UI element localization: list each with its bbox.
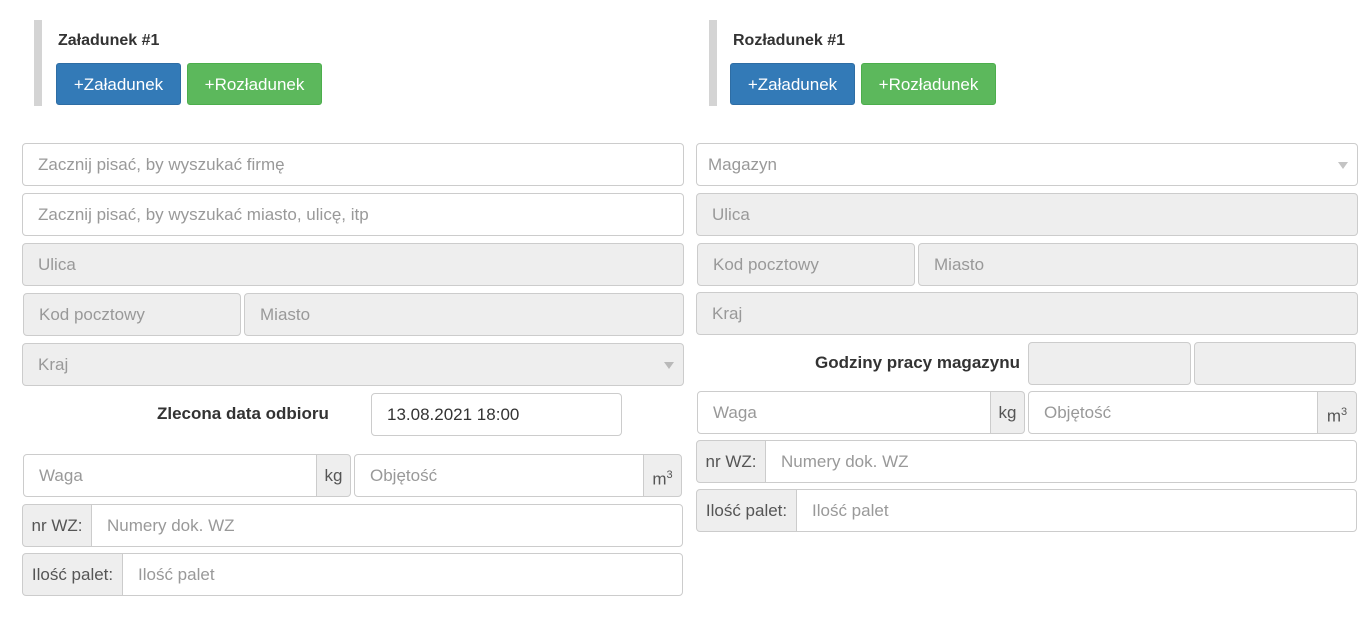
warehouse-hours-label: Godziny pracy magazynu <box>815 353 1020 372</box>
wz-input[interactable]: Numery dok. WZ <box>765 440 1357 483</box>
country-select[interactable]: Kraj <box>22 343 684 386</box>
weight-unit-addon: kg <box>316 454 351 497</box>
unloading-title: Rozładunek #1 <box>733 32 846 49</box>
country-field[interactable]: Kraj <box>696 292 1358 335</box>
warehouse-select-value: Magazyn <box>708 155 777 174</box>
weight-input[interactable]: Waga <box>697 391 991 434</box>
volume-input[interactable]: Objętość <box>354 454 644 497</box>
weight-input[interactable]: Waga <box>23 454 317 497</box>
city-field[interactable]: Miasto <box>918 243 1358 286</box>
weight-unit-addon: kg <box>990 391 1025 434</box>
pickup-date-input[interactable]: 13.08.2021 18:00 <box>371 393 622 436</box>
address-search-input[interactable]: Zacznij pisać, by wyszukać miasto, ulicę… <box>22 193 684 236</box>
chevron-down-icon <box>664 362 674 369</box>
unloading-header: Rozładunek #1 +Załadunek +Rozładunek <box>709 20 1009 106</box>
add-unloading-button[interactable]: +Rozładunek <box>187 63 322 105</box>
loading-title: Załadunek #1 <box>58 32 160 49</box>
pallets-input[interactable]: Ilość palet <box>796 489 1357 532</box>
postal-code-field[interactable]: Kod pocztowy <box>697 243 915 286</box>
company-search-input[interactable]: Zacznij pisać, by wyszukać firmę <box>22 143 684 186</box>
volume-unit-text: m <box>652 469 667 489</box>
add-unloading-button[interactable]: +Rozładunek <box>861 63 996 105</box>
city-field[interactable]: Miasto <box>244 293 684 336</box>
volume-unit-exponent: 3 <box>1341 406 1348 418</box>
chevron-down-icon <box>1338 162 1348 169</box>
volume-unit-addon: m3 <box>643 454 682 497</box>
postal-code-field[interactable]: Kod pocztowy <box>23 293 241 336</box>
hours-from-input[interactable] <box>1028 342 1191 385</box>
pallets-label: Ilość palet: <box>22 553 123 596</box>
volume-input[interactable]: Objętość <box>1028 391 1318 434</box>
wz-label: nr WZ: <box>22 504 92 547</box>
country-select-value: Kraj <box>38 355 69 374</box>
hours-to-input[interactable] <box>1194 342 1356 385</box>
pallets-input[interactable]: Ilość palet <box>122 553 683 596</box>
volume-unit-exponent: 3 <box>666 469 673 481</box>
warehouse-select[interactable]: Magazyn <box>696 143 1358 186</box>
add-loading-button[interactable]: +Załadunek <box>730 63 855 105</box>
pallets-label: Ilość palet: <box>696 489 797 532</box>
wz-label: nr WZ: <box>696 440 766 483</box>
wz-input[interactable]: Numery dok. WZ <box>91 504 683 547</box>
add-loading-button[interactable]: +Załadunek <box>56 63 181 105</box>
street-field[interactable]: Ulica <box>696 193 1358 236</box>
volume-unit-addon: m3 <box>1317 391 1357 434</box>
street-field[interactable]: Ulica <box>22 243 684 286</box>
pickup-date-label: Zlecona data odbioru <box>157 404 329 423</box>
loading-header: Załadunek #1 +Załadunek +Rozładunek <box>34 20 334 106</box>
volume-unit-text: m <box>1326 406 1342 426</box>
